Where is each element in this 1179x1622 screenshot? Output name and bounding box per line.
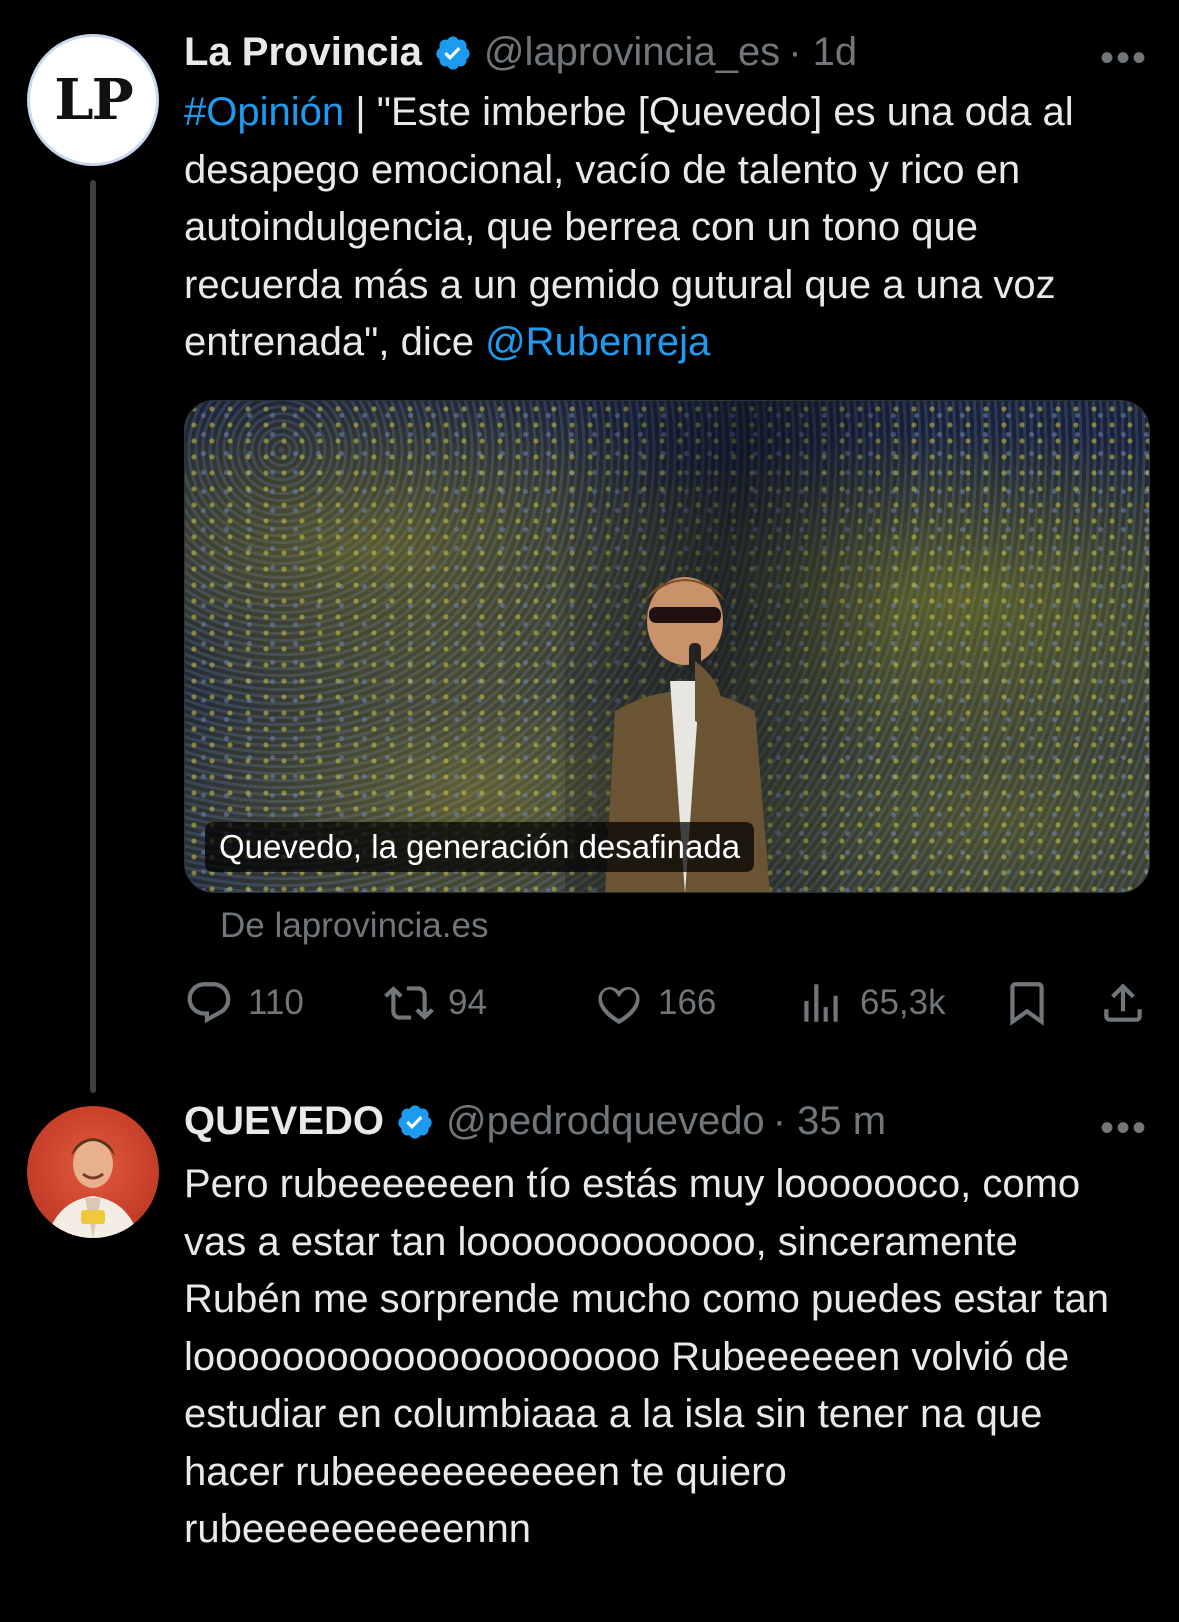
views-button[interactable]: 65,3k [796, 978, 946, 1028]
more-icon[interactable]: ••• [1100, 1106, 1148, 1151]
author-name[interactable]: La Provincia [184, 30, 422, 75]
hashtag-link[interactable]: #Opinión [184, 90, 344, 134]
more-icon[interactable]: ••• [1100, 36, 1148, 81]
author-handle[interactable]: @laprovincia_es [484, 30, 780, 75]
reply-count: 110 [248, 983, 304, 1022]
views-count: 65,3k [860, 983, 946, 1022]
like-count: 166 [658, 983, 717, 1022]
avatar-la-provincia[interactable]: LP [27, 34, 159, 166]
bookmark-icon [1010, 982, 1044, 1026]
tweet-header: La Provincia @laprovincia_es · 1d [184, 30, 857, 75]
author-handle[interactable]: @pedrodquevedo [446, 1099, 765, 1144]
thread-connector-line [90, 180, 96, 1093]
bookmark-button[interactable] [1002, 978, 1052, 1028]
reply-button[interactable]: 110 [184, 978, 304, 1028]
share-icon [1104, 983, 1142, 1022]
link-card-title: Quevedo, la generación desafinada [205, 822, 755, 872]
avatar-quevedo[interactable] [27, 1106, 159, 1238]
views-icon [804, 984, 838, 1022]
tweet-timestamp[interactable]: · 35 m [773, 1099, 886, 1144]
verified-badge-icon [398, 1104, 432, 1139]
reply-icon [187, 982, 231, 1024]
retweet-icon [384, 986, 434, 1020]
link-card-source[interactable]: De laprovincia.es [220, 906, 488, 946]
like-icon [598, 987, 640, 1025]
tweet-header: QUEVEDO @pedrodquevedo · 35 m [184, 1099, 886, 1144]
tweet-timestamp[interactable]: · 1d [788, 30, 857, 75]
avatar-logo-text: LP [54, 67, 133, 133]
tweet-text: Pero rubeeeeeeen tío estás muy looooooco… [184, 1162, 1109, 1551]
like-button[interactable]: 166 [594, 978, 716, 1028]
retweet-count: 94 [448, 983, 487, 1022]
author-name[interactable]: QUEVEDO [184, 1099, 384, 1144]
retweet-button[interactable]: 94 [384, 978, 487, 1028]
link-card-image[interactable]: Quevedo, la generación desafinada [184, 400, 1150, 893]
tweet-text: #Opinión | "Este imberbe [Quevedo] es un… [184, 84, 1134, 372]
quevedo-photo [47, 1138, 139, 1238]
verified-badge-icon [436, 35, 470, 70]
mention-link[interactable]: @Rubenreja [485, 320, 710, 364]
share-button[interactable] [1098, 978, 1148, 1028]
